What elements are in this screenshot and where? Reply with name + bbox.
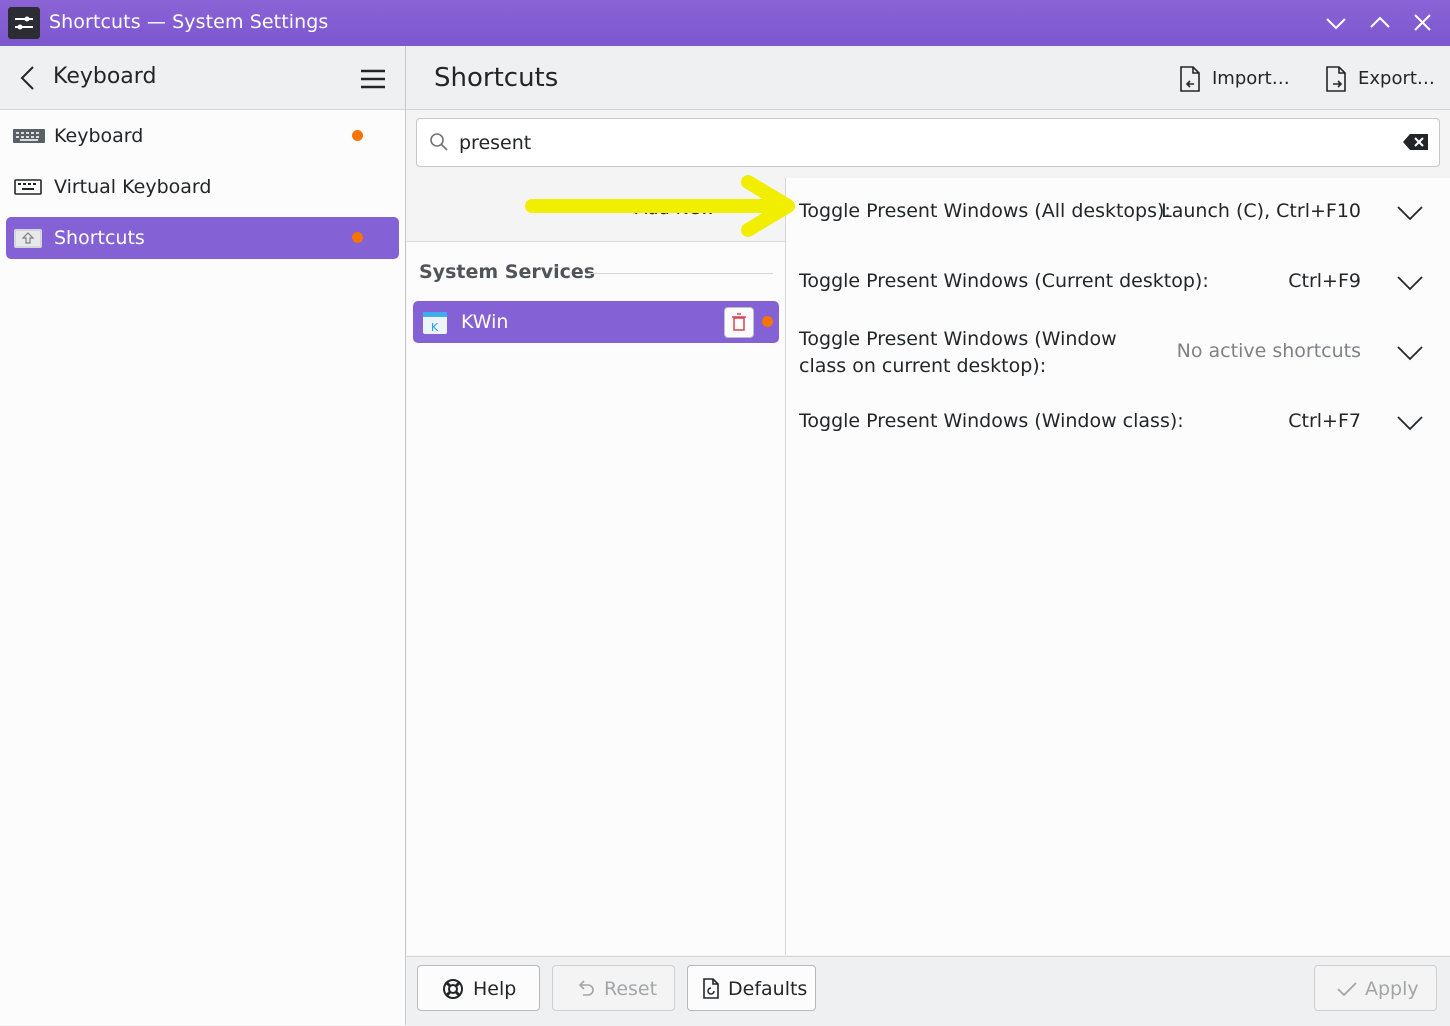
modified-indicator: [762, 316, 773, 327]
sidebar-header: Keyboard: [0, 46, 405, 110]
title-bar: Shortcuts — System Settings: [0, 0, 1450, 46]
shortcut-row[interactable]: Toggle Present Windows (Window class on …: [786, 318, 1450, 390]
sidebar-item-label: Keyboard: [54, 125, 144, 147]
help-label: Help: [473, 978, 517, 1000]
page-title: Shortcuts: [434, 63, 559, 93]
clear-search-icon[interactable]: [1402, 131, 1430, 153]
shortcuts-icon: [14, 229, 42, 248]
maximize-button[interactable]: [1365, 8, 1395, 38]
chevron-down-icon[interactable]: [1396, 275, 1424, 291]
help-lifebuoy-icon: [443, 979, 463, 999]
page-header: Shortcuts Import… Export…: [406, 46, 1450, 110]
shortcut-row[interactable]: Toggle Present Windows (All desktops): L…: [786, 178, 1450, 248]
shortcut-action-name: Toggle Present Windows (Window class):: [799, 410, 1184, 432]
sidebar-item-keyboard[interactable]: Keyboard: [6, 115, 399, 157]
sidebar-item-shortcuts[interactable]: Shortcuts: [6, 217, 399, 259]
search-input[interactable]: [457, 127, 1361, 159]
help-button[interactable]: Help: [417, 965, 540, 1011]
shortcut-keys: Launch (C), Ctrl+F10: [1161, 200, 1361, 222]
minimize-button[interactable]: [1321, 8, 1351, 38]
export-file-icon: [1326, 66, 1346, 92]
shortcut-keys: Ctrl+F9: [1288, 270, 1361, 292]
trash-icon: [732, 313, 746, 331]
search-icon: [430, 133, 448, 151]
import-file-icon: [1180, 66, 1200, 92]
reset-label: Reset: [604, 978, 658, 1000]
export-label: Export…: [1358, 68, 1435, 89]
shortcut-keys: No active shortcuts: [1176, 340, 1361, 362]
kwin-icon: K: [423, 312, 447, 334]
chevron-up-icon: [1370, 16, 1390, 28]
checkmark-icon: [1337, 982, 1357, 997]
document-revert-icon: [703, 978, 719, 999]
shortcut-row[interactable]: Toggle Present Windows (Current desktop)…: [786, 248, 1450, 318]
shortcut-keys: Ctrl+F7: [1288, 410, 1361, 432]
chevron-down-icon[interactable]: [1396, 415, 1424, 431]
components-list: [407, 178, 785, 955]
shortcut-action-name: Toggle Present Windows (Current desktop)…: [799, 270, 1209, 292]
back-button[interactable]: [14, 64, 42, 92]
chevron-left-icon: [20, 66, 34, 90]
shortcut-action-name: Toggle Present Windows (All desktops):: [799, 200, 1171, 222]
sidebar-item-label: Virtual Keyboard: [54, 176, 212, 198]
chevron-down-icon: [1326, 18, 1346, 30]
delete-button[interactable]: [724, 307, 754, 338]
sidebar-item-virtual-keyboard[interactable]: Virtual Keyboard: [6, 166, 399, 208]
export-button[interactable]: Export…: [1324, 64, 1439, 94]
defaults-button[interactable]: Defaults: [687, 965, 816, 1011]
system-settings-app-icon: [8, 7, 40, 39]
section-divider: [588, 273, 773, 274]
import-label: Import…: [1212, 68, 1290, 89]
sidebar-title: Keyboard: [53, 64, 157, 89]
section-header: System Services: [419, 261, 596, 283]
window-title: Shortcuts — System Settings: [49, 11, 329, 33]
sidebar-item-label: Shortcuts: [54, 227, 145, 249]
undo-icon: [578, 980, 594, 996]
modified-indicator: [352, 232, 363, 243]
apply-button[interactable]: Apply: [1314, 965, 1437, 1011]
search-field[interactable]: [416, 118, 1440, 167]
close-icon: [1414, 14, 1431, 31]
svg-text:K: K: [431, 321, 439, 334]
hamburger-menu-button[interactable]: [358, 64, 388, 92]
hamburger-menu-icon: [361, 69, 385, 89]
close-window-button[interactable]: [1408, 8, 1438, 38]
import-button[interactable]: Import…: [1178, 64, 1293, 94]
annotation-arrow-icon: [525, 175, 795, 237]
modified-indicator: [352, 130, 363, 141]
pane-divider: [405, 46, 406, 1025]
apply-label: Apply: [1365, 978, 1419, 1000]
defaults-label: Defaults: [728, 978, 808, 1000]
component-label: KWin: [461, 311, 509, 333]
chevron-down-icon[interactable]: [1396, 205, 1424, 221]
sidebar: Keyboard Virtual Keyboard Shortcuts: [0, 110, 405, 1025]
chevron-down-icon[interactable]: [1396, 345, 1424, 361]
virtual-keyboard-icon: [14, 179, 42, 195]
reset-button[interactable]: Reset: [552, 965, 675, 1011]
shortcut-action-name: Toggle Present Windows (Window class on …: [799, 328, 1117, 377]
component-item-kwin[interactable]: K KWin: [413, 301, 779, 343]
keyboard-icon: [13, 129, 45, 143]
shortcut-row[interactable]: Toggle Present Windows (Window class): C…: [786, 390, 1450, 456]
